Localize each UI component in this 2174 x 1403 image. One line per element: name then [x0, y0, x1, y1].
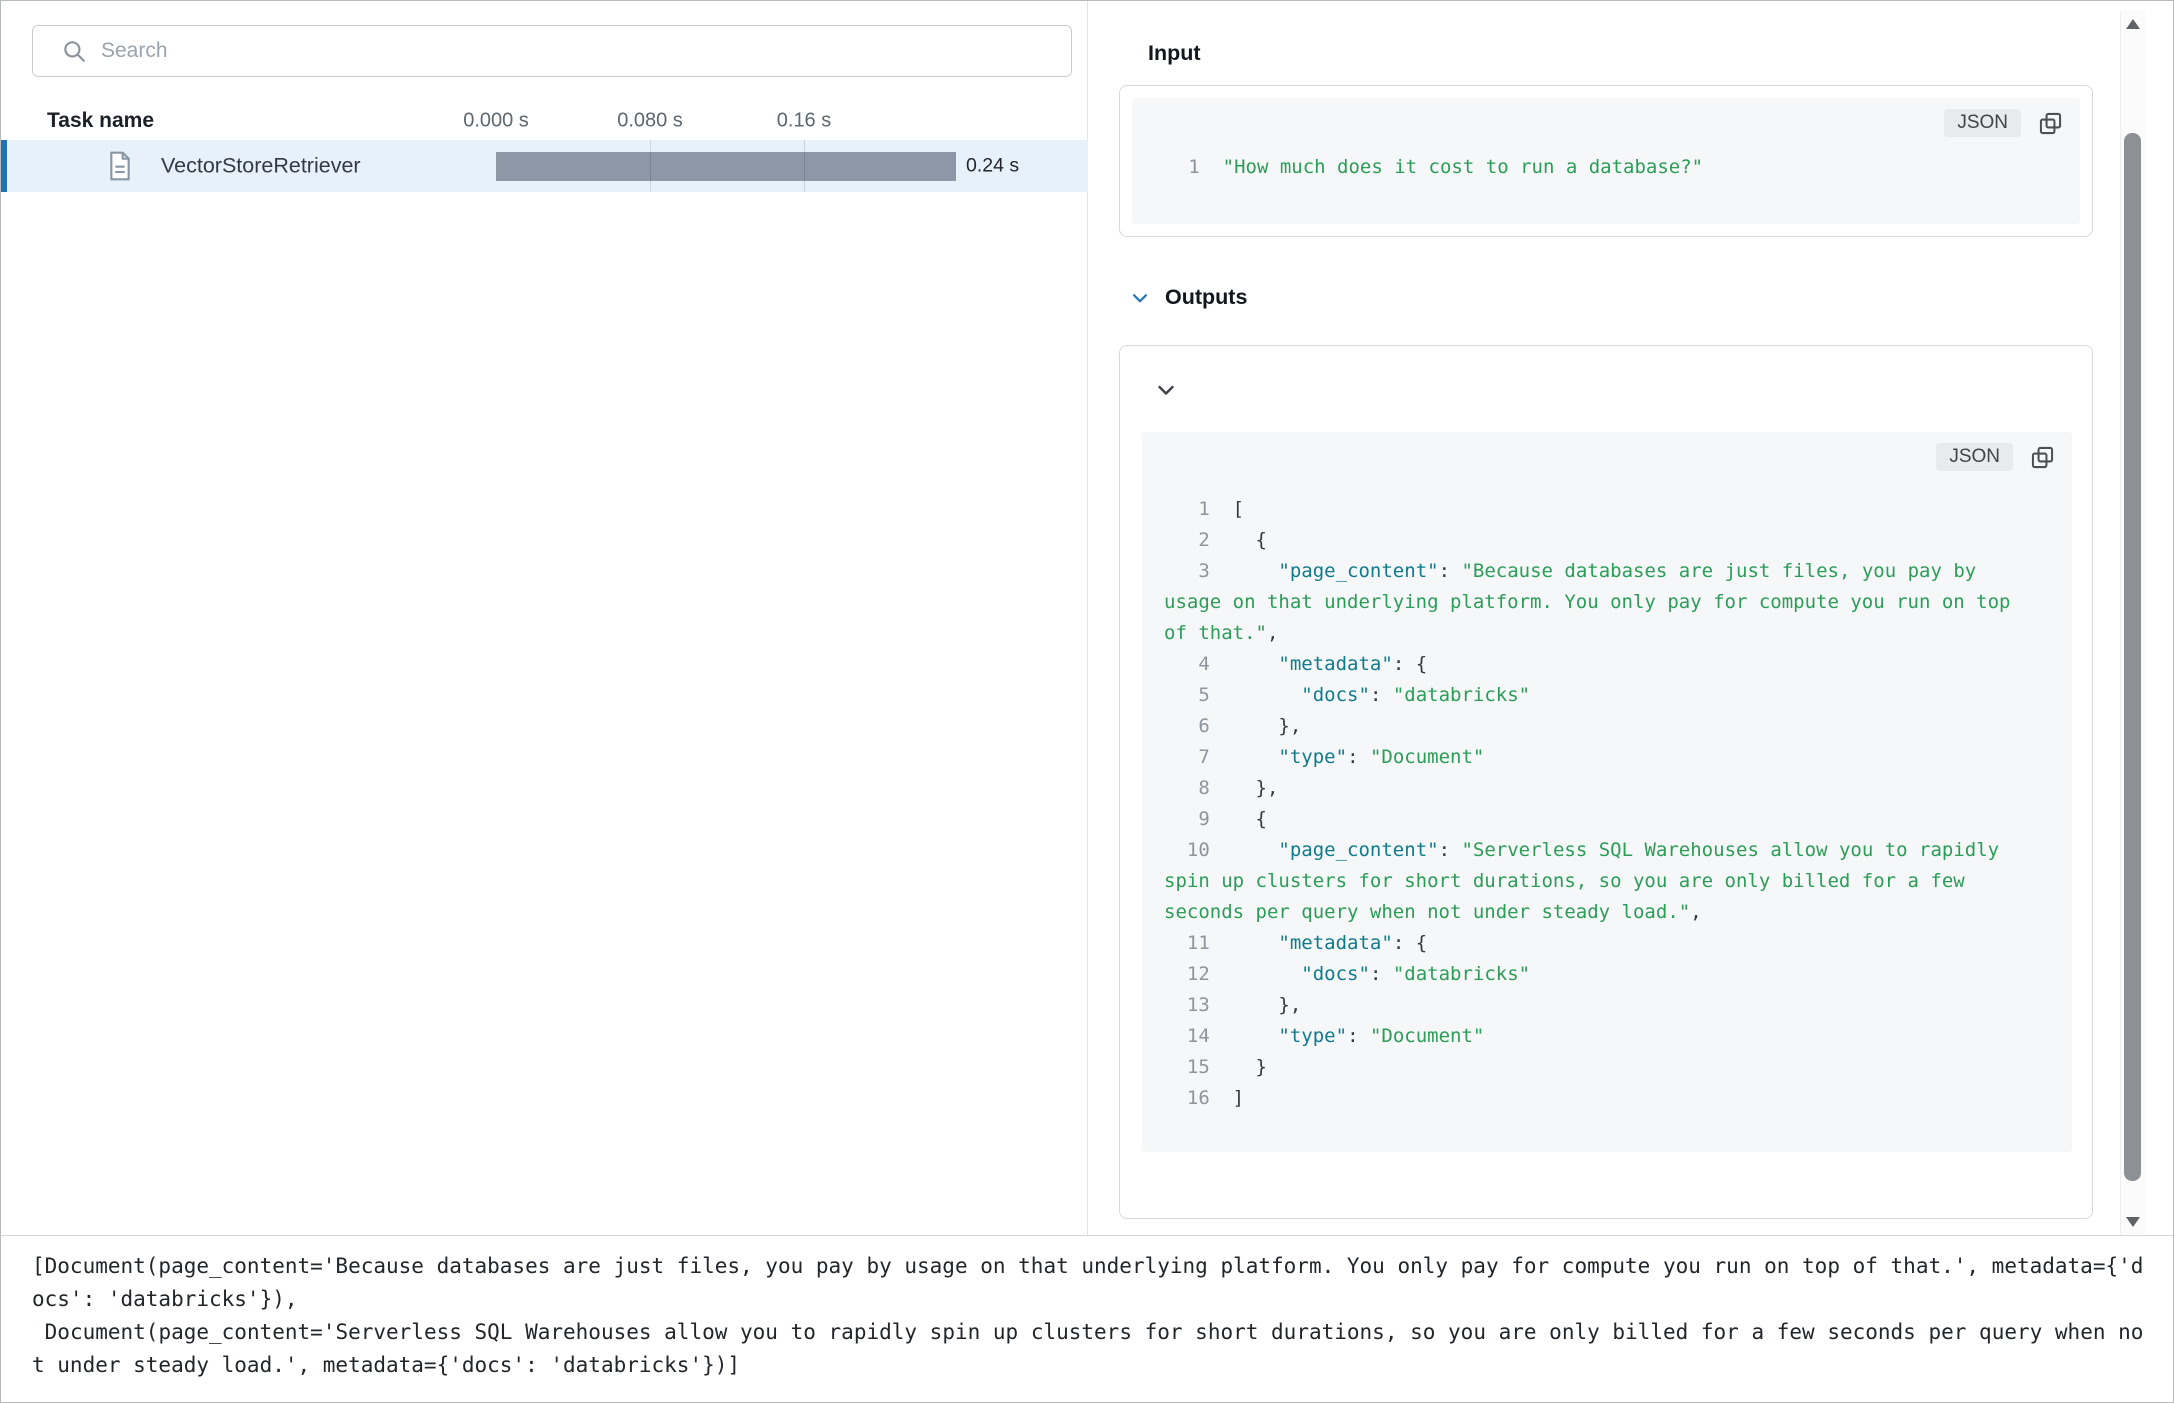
time-tick-0: 0.000 s	[463, 110, 529, 133]
scrollbar-thumb[interactable]	[2124, 133, 2141, 1181]
outputs-section-header: Outputs	[1129, 285, 1247, 310]
outputs-code-block: 1 [ 2 { 3 "page_content": "Because datab…	[1142, 482, 2072, 1114]
timeline-gridline	[804, 140, 805, 192]
outputs-card: JSON 1 [ 2 { 3 "page_content": "Because …	[1119, 345, 2093, 1219]
input-code-block: 1 "How much does it cost to run a databa…	[1132, 148, 2080, 192]
time-tick-2: 0.16 s	[777, 110, 831, 133]
scrollbar-up-arrow[interactable]	[2126, 19, 2140, 29]
search-input[interactable]	[101, 39, 1071, 63]
json-format-badge[interactable]: JSON	[1936, 443, 2013, 471]
scrollbar-down-arrow[interactable]	[2126, 1217, 2140, 1227]
task-name-column-header: Task name	[47, 109, 154, 133]
time-tick-1: 0.080 s	[617, 110, 683, 133]
outputs-code-toolbar: JSON	[1142, 432, 2072, 482]
json-format-badge[interactable]: JSON	[1944, 109, 2021, 137]
task-row[interactable]: VectorStoreRetriever 0.24 s	[1, 140, 1088, 192]
timeline-gridline	[650, 140, 651, 192]
copy-icon[interactable]	[2029, 444, 2056, 471]
raw-output-panel: [Document(page_content='Because database…	[1, 1235, 2174, 1403]
output-item-collapse-chevron-icon[interactable]	[1154, 378, 1178, 402]
task-duration-bar[interactable]	[496, 152, 956, 181]
task-duration-label: 0.24 s	[966, 155, 1019, 178]
task-timeline-panel: Task name 0.000 s 0.080 s 0.16 s VectorS…	[1, 1, 1088, 1235]
document-icon	[106, 150, 134, 187]
outputs-section-title: Outputs	[1165, 285, 1247, 310]
input-section-title: Input	[1148, 41, 1201, 66]
vertical-scrollbar[interactable]	[2120, 11, 2145, 1235]
task-name-label: VectorStoreRetriever	[161, 154, 361, 179]
copy-icon[interactable]	[2037, 110, 2064, 137]
trace-view: Task name 0.000 s 0.080 s 0.16 s VectorS…	[0, 0, 2174, 1403]
outputs-code-surface: JSON 1 [ 2 { 3 "page_content": "Because …	[1142, 432, 2072, 1152]
input-code-toolbar: JSON	[1132, 98, 2080, 148]
input-code-surface: JSON 1 "How much does it cost to run a d…	[1132, 98, 2080, 224]
raw-output-text: [Document(page_content='Because database…	[32, 1250, 2151, 1382]
input-card: JSON 1 "How much does it cost to run a d…	[1119, 85, 2093, 237]
search-icon	[61, 38, 87, 64]
outputs-collapse-chevron-icon[interactable]	[1129, 287, 1151, 309]
search-box[interactable]	[32, 25, 1072, 77]
